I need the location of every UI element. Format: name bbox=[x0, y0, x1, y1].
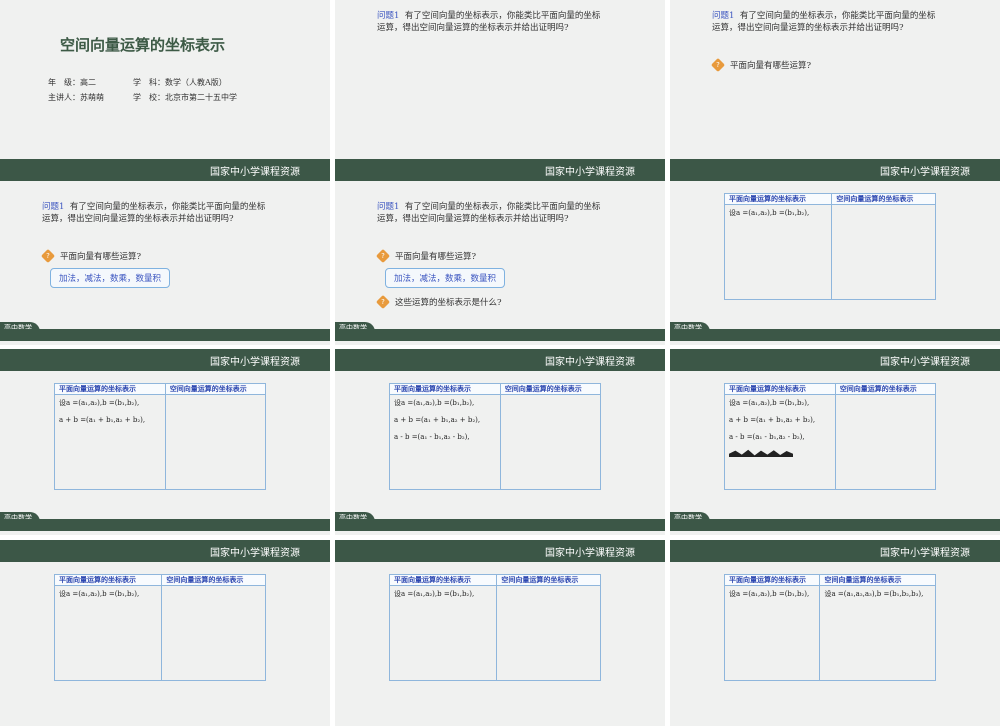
question-text: 问题1 有了空间向量的坐标表示，你能类比平面向量的坐标运算，得出空间向量运算的坐… bbox=[712, 11, 936, 33]
footer-bar bbox=[335, 329, 665, 341]
bullet-operations: ? 平面向量有哪些运算? bbox=[712, 59, 811, 71]
header-bar: 国家中小学课程资源 bbox=[335, 159, 665, 181]
bullet-operations: ? 平面向量有哪些运算? bbox=[377, 250, 476, 262]
comparison-table: 平面向量运算的坐标表示 空间向量运算的坐标表示 设a =(a₁,a₂),b =(b… bbox=[724, 383, 937, 490]
question-diamond-icon: ? bbox=[712, 59, 724, 71]
grade-info: 年 级：高二 bbox=[48, 78, 96, 87]
formula-set: 设a =(a₁,a₂),b =(b₁,b₂), bbox=[729, 590, 810, 598]
question-diamond-icon: ? bbox=[377, 250, 389, 262]
question-diamond-icon: ? bbox=[42, 250, 54, 262]
header-bar: 国家中小学课程资源 bbox=[670, 540, 1000, 562]
slide-thumbnail-10[interactable]: 国家中小学课程资源 平面向量运算的坐标表示 空间向量运算的坐标表示 设a =(a₁… bbox=[0, 540, 330, 726]
table-header-plane: 平面向量运算的坐标表示 bbox=[723, 193, 833, 205]
footer-bar bbox=[0, 329, 330, 341]
comparison-table: 平面向量运算的坐标表示 空间向量运算的坐标表示 设a =(a₁,a₂),b =(b… bbox=[53, 574, 266, 681]
handwritten-scribble bbox=[729, 449, 793, 457]
comparison-table: 平面向量运算的坐标表示 空间向量运算的坐标表示 设a =(a₁,a₂),b =(b… bbox=[723, 574, 936, 681]
formula-sub: a - b =(a₁ - b₁,a₂ - b₂), bbox=[394, 433, 470, 441]
question-text: 问题1 有了空间向量的坐标表示，你能类比平面向量的坐标运算，得出空间向量运算的坐… bbox=[42, 202, 266, 224]
slide-thumbnail-7[interactable]: 国家中小学课程资源 平面向量运算的坐标表示 空间向量运算的坐标表示 设a =(a₁… bbox=[0, 349, 330, 535]
footer-bar bbox=[670, 519, 1000, 531]
footer-bar bbox=[0, 519, 330, 531]
slide-thumbnail-8[interactable]: 国家中小学课程资源 平面向量运算的坐标表示 空间向量运算的坐标表示 设a =(a₁… bbox=[335, 349, 665, 535]
table-header-plane: 平面向量运算的坐标表示 bbox=[389, 383, 501, 395]
bullet-coordinates: ? 这些运算的坐标表示是什么? bbox=[377, 296, 501, 308]
school-info: 学 校：北京市第二十五中学 bbox=[133, 93, 237, 102]
question-diamond-icon: ? bbox=[377, 296, 389, 308]
header-bar: 国家中小学课程资源 bbox=[335, 540, 665, 562]
question-text: 问题1 有了空间向量的坐标表示，你能类比平面向量的坐标运算，得出空间向量运算的坐… bbox=[377, 11, 601, 33]
table-header-plane: 平面向量运算的坐标表示 bbox=[53, 574, 163, 586]
slide-thumbnail-4[interactable]: 国家中小学课程资源 问题1 有了空间向量的坐标表示，你能类比平面向量的坐标运算，… bbox=[0, 159, 330, 345]
table-header-space: 空间向量运算的坐标表示 bbox=[819, 574, 936, 586]
table-header-space: 空间向量运算的坐标表示 bbox=[834, 383, 937, 395]
comparison-table: 平面向量运算的坐标表示 空间向量运算的坐标表示 设a =(a₁,a₂),b =(b… bbox=[388, 574, 601, 681]
slide-thumbnail-11[interactable]: 国家中小学课程资源 平面向量运算的坐标表示 空间向量运算的坐标表示 设a =(a₁… bbox=[335, 540, 665, 726]
formula-set: 设a =(a₁,a₂),b =(b₁,b₂), bbox=[59, 590, 140, 598]
cover-title: 空间向量运算的坐标表示 bbox=[60, 36, 226, 54]
table-header-plane: 平面向量运算的坐标表示 bbox=[54, 383, 166, 395]
comparison-table: 平面向量运算的坐标表示 空间向量运算的坐标表示 设a =(a₁,a₂),b =(b… bbox=[389, 383, 602, 490]
answer-box: 加法，减法，数乘，数量积 bbox=[385, 268, 506, 288]
table-header-plane: 平面向量运算的坐标表示 bbox=[724, 383, 836, 395]
footer-bar bbox=[335, 519, 665, 531]
header-bar: 国家中小学课程资源 bbox=[335, 349, 665, 371]
header-bar: 国家中小学课程资源 bbox=[0, 159, 330, 181]
formula-set: 设a =(a₁,a₂),b =(b₁,b₂), bbox=[729, 209, 810, 217]
formula-set: 设a =(a₁,a₂),b =(b₁,b₂), bbox=[729, 399, 810, 407]
formula-set: 设a =(a₁,a₂),b =(b₁,b₂), bbox=[394, 399, 475, 407]
table-header-space: 空间向量运算的坐标表示 bbox=[831, 193, 936, 205]
slide-thumbnail-5[interactable]: 国家中小学课程资源 问题1 有了空间向量的坐标表示，你能类比平面向量的坐标运算，… bbox=[335, 159, 665, 345]
header-bar: 国家中小学课程资源 bbox=[670, 349, 1000, 371]
table-header-space: 空间向量运算的坐标表示 bbox=[161, 574, 266, 586]
slide-thumbnail-9[interactable]: 国家中小学课程资源 平面向量运算的坐标表示 空间向量运算的坐标表示 设a =(a₁… bbox=[670, 349, 1000, 535]
formula-set: 设a =(a₁,a₂),b =(b₁,b₂), bbox=[59, 399, 140, 407]
bullet-operations: ? 平面向量有哪些运算? bbox=[42, 250, 141, 262]
question-text: 问题1 有了空间向量的坐标表示，你能类比平面向量的坐标运算，得出空间向量运算的坐… bbox=[377, 202, 601, 224]
formula-add: a + b =(a₁ + b₁,a₂ + b₂), bbox=[729, 416, 816, 424]
header-bar: 国家中小学课程资源 bbox=[670, 159, 1000, 181]
comparison-table: 平面向量运算的坐标表示 空间向量运算的坐标表示 设a =(a₁,a₂),b =(b… bbox=[723, 193, 936, 300]
comparison-table: 平面向量运算的坐标表示 空间向量运算的坐标表示 设a =(a₁,a₂),b =(b… bbox=[54, 383, 267, 490]
footer-bar bbox=[670, 329, 1000, 341]
slide-thumbnail-12[interactable]: 国家中小学课程资源 平面向量运算的坐标表示 空间向量运算的坐标表示 设a =(a₁… bbox=[670, 540, 1000, 726]
slide-thumbnail-6[interactable]: 国家中小学课程资源 平面向量运算的坐标表示 空间向量运算的坐标表示 设a =(a₁… bbox=[670, 159, 1000, 345]
table-header-space: 空间向量运算的坐标表示 bbox=[496, 574, 601, 586]
formula-set: 设a =(a₁,a₂),b =(b₁,b₂), bbox=[394, 590, 475, 598]
formula-sub: a - b =(a₁ - b₁,a₂ - b₂), bbox=[729, 433, 805, 441]
speaker-info: 主讲人：苏萌萌 bbox=[48, 93, 104, 102]
header-bar: 国家中小学课程资源 bbox=[0, 540, 330, 562]
table-header-space: 空间向量运算的坐标表示 bbox=[164, 383, 267, 395]
formula-set-space: 设a =(a₁,a₂,a₃),b =(b₁,b₂,b₃), bbox=[824, 590, 924, 598]
subject-info: 学 科：数学（人教A版） bbox=[133, 78, 227, 87]
table-header-plane: 平面向量运算的坐标表示 bbox=[723, 574, 821, 586]
header-bar: 国家中小学课程资源 bbox=[0, 349, 330, 371]
formula-add: a + b =(a₁ + b₁,a₂ + b₂), bbox=[59, 416, 146, 424]
table-header-plane: 平面向量运算的坐标表示 bbox=[388, 574, 498, 586]
formula-add: a + b =(a₁ + b₁,a₂ + b₂), bbox=[394, 416, 481, 424]
answer-box: 加法，减法，数乘，数量积 bbox=[50, 268, 171, 288]
table-header-space: 空间向量运算的坐标表示 bbox=[499, 383, 602, 395]
